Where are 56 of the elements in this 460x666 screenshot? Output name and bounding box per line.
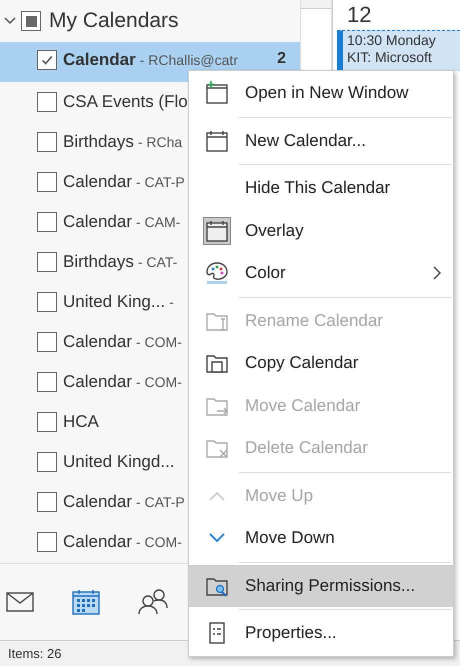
calendar-name: United Kingd... (63, 452, 175, 472)
menu-item[interactable]: Color (189, 252, 453, 294)
calendar-name: United King... (63, 292, 166, 312)
calendar-name: Calendar (63, 492, 132, 512)
status-text: Items: 26 (8, 646, 62, 661)
calendar-name: Calendar (63, 212, 132, 232)
calendar-account: - COM- (136, 334, 182, 350)
calendar-account: - RChallis@catr (140, 51, 238, 68)
calendar-account: - CAT-P (136, 494, 185, 510)
menu-item[interactable]: Copy Calendar (189, 342, 453, 384)
calendar-name: Birthdays (63, 132, 134, 152)
unread-count: 2 (277, 50, 286, 68)
calendar-event[interactable]: 10:30 Monday KIT: Microsoft (337, 30, 460, 71)
menu-item[interactable]: Properties... (189, 612, 453, 654)
calendar-name: Birthdays (63, 252, 134, 272)
checkbox[interactable] (37, 412, 57, 432)
checkbox[interactable] (37, 212, 57, 232)
checkbox[interactable] (37, 50, 57, 70)
checkbox[interactable] (37, 172, 57, 192)
calendar-account: - (169, 294, 174, 310)
checkbox[interactable] (37, 132, 57, 152)
calendar-account: - CAT- (138, 254, 178, 270)
calendar-icon[interactable] (72, 589, 100, 615)
checkbox[interactable] (21, 11, 41, 31)
calendar-name: Calendar (63, 532, 132, 552)
group-label[interactable]: My Calendars (49, 9, 179, 33)
calendar-account: - COM- (136, 534, 182, 550)
calendar-account: - RCha (138, 134, 182, 150)
calendar-name: Calendar (63, 172, 132, 192)
calendar-account: - CAM- (136, 214, 180, 230)
calendar-name: HCA (63, 412, 99, 432)
calendar-name: Calendar (63, 332, 132, 352)
checkbox[interactable] (37, 492, 57, 512)
checkbox[interactable] (37, 332, 57, 352)
checkbox[interactable] (37, 292, 57, 312)
menu-item[interactable]: Overlay (189, 210, 453, 252)
calendar-name: CSA Events (Flo (63, 92, 188, 112)
menu-item[interactable]: New Calendar... (189, 120, 453, 162)
mail-icon[interactable] (6, 592, 34, 612)
calendar-account: - COM- (136, 374, 182, 390)
chevron-down-icon[interactable] (4, 17, 16, 25)
calendar-name: Calendar (63, 372, 132, 392)
menu-item[interactable]: Move Down (189, 517, 453, 560)
calendar-name: Calendar (63, 50, 136, 70)
scrollbar-thumb[interactable] (301, 0, 331, 9)
menu-item[interactable]: Sharing Permissions... (189, 564, 453, 607)
menu-item[interactable]: Hide This Calendar (189, 167, 453, 210)
checkbox[interactable] (37, 252, 57, 272)
checkmark-icon (40, 53, 54, 67)
people-icon[interactable] (138, 589, 168, 615)
checkbox[interactable] (37, 372, 57, 392)
checkbox[interactable] (37, 452, 57, 472)
checkbox[interactable] (37, 92, 57, 112)
checkbox[interactable] (37, 532, 57, 552)
calendar-account: - CAT-P (136, 174, 185, 190)
day-number: 12 (347, 2, 372, 28)
